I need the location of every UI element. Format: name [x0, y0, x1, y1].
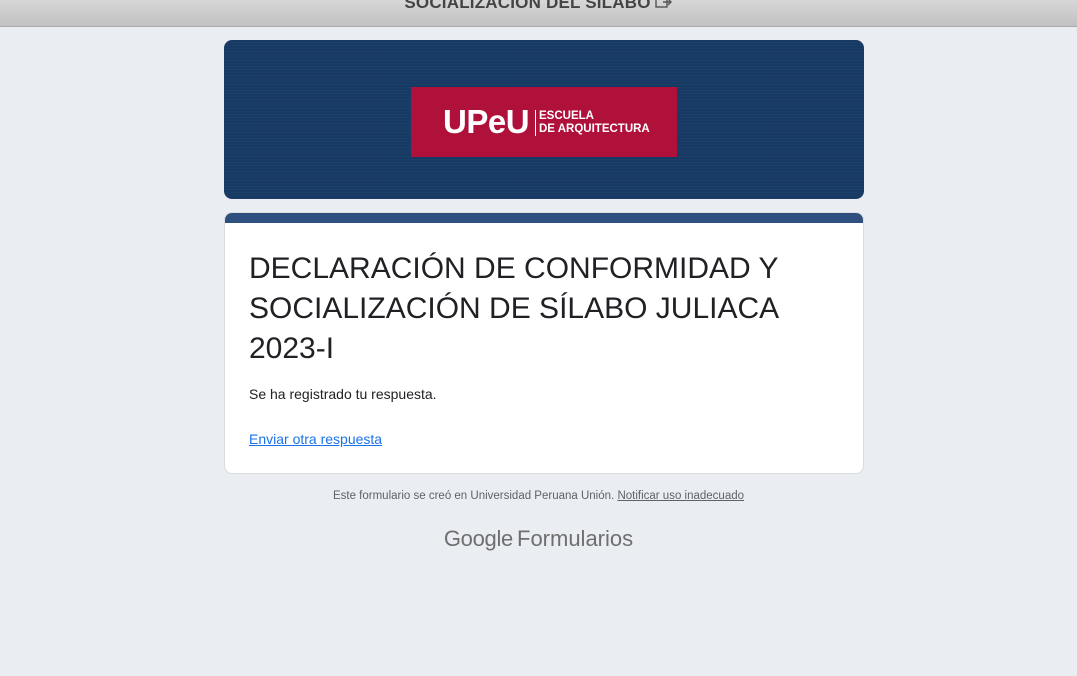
- form-header-banner: UPeU ESCUELA DE ARQUITECTURA: [224, 40, 864, 199]
- window-title: SOCIALIZACION DEL SILABO: [404, 0, 651, 12]
- logo-subtitle-line2: DE ARQUITECTURA: [539, 123, 650, 135]
- external-link-icon[interactable]: [654, 0, 673, 14]
- brand-product: Formularios: [517, 526, 634, 551]
- confirmation-card: DECLARACIÓN DE CONFORMIDAD Y SOCIALIZACI…: [224, 212, 864, 474]
- footer-note: Este formulario se creó en Universidad P…: [0, 490, 1077, 502]
- window-titlebar: SOCIALIZACION DEL SILABO: [0, 0, 1077, 27]
- window-title-container: SOCIALIZACION DEL SILABO: [0, 0, 1077, 14]
- logo-wordmark: UPeU: [443, 103, 530, 140]
- upeu-logo: UPeU ESCUELA DE ARQUITECTURA: [411, 87, 677, 157]
- logo-subtitle-line1: ESCUELA: [539, 110, 594, 122]
- form-title: DECLARACIÓN DE CONFORMIDAD Y SOCIALIZACI…: [249, 252, 778, 365]
- confirmation-message: Se ha registrado tu respuesta.: [249, 386, 437, 402]
- card-accent-strip: [225, 213, 863, 223]
- submit-another-link[interactable]: Enviar otra respuesta: [249, 431, 382, 447]
- footer-created-text: Este formulario se creó en Universidad P…: [332, 490, 615, 502]
- logo-subtitle: ESCUELA DE ARQUITECTURA: [539, 110, 650, 136]
- logo-divider: [535, 110, 536, 136]
- brand-google: Google: [443, 526, 513, 551]
- report-abuse-link[interactable]: Notificar uso inadecuado: [617, 490, 744, 502]
- google-forms-logo[interactable]: Google Formularios: [0, 526, 1077, 552]
